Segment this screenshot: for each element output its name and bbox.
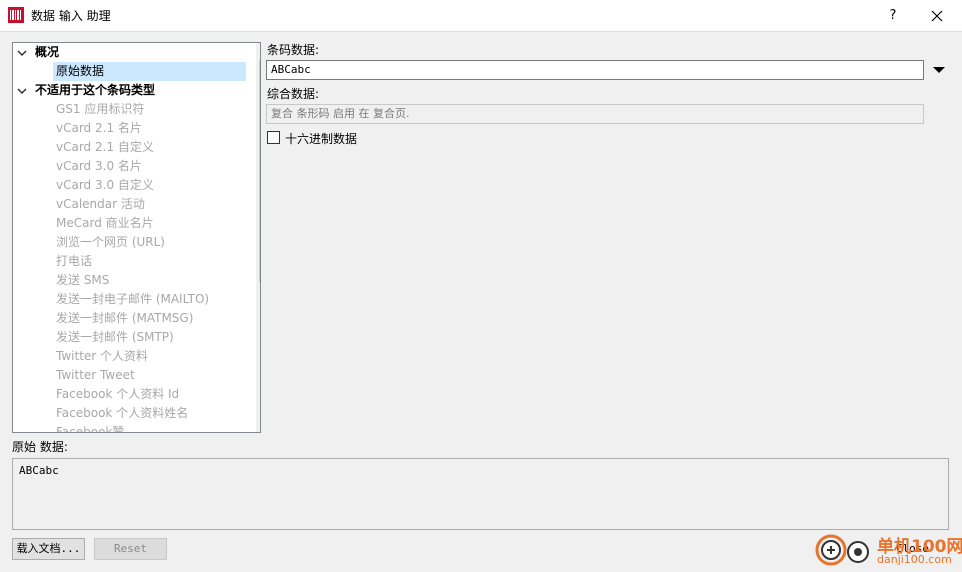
dropdown-arrow-icon — [933, 67, 945, 73]
app-icon — [8, 7, 24, 23]
tree-item: 发送一封邮件 (MATMSG) — [56, 311, 194, 325]
scroll-down-icon[interactable] — [257, 415, 261, 432]
barcode-data-label: 条码数据: — [267, 43, 320, 57]
tree-item: vCard 3.0 名片 — [56, 159, 142, 173]
chevron-down-icon[interactable] — [17, 48, 27, 58]
tree-item: Facebook赞 — [56, 425, 125, 433]
tree-group[interactable]: 不适用于这个条码类型 — [13, 81, 243, 100]
tree-item: vCalendar 活动 — [56, 197, 145, 211]
title-bar: 数据 输入 助理 ? — [0, 0, 962, 32]
category-tree[interactable]: 概况原始数据不适用于这个条码类型 GS1 应用标识符 vCard 2.1 名片 vCa… — [12, 42, 261, 433]
tree-item: Facebook 个人资料 Id — [56, 387, 180, 401]
composite-data-label: 综合数据: — [267, 87, 320, 101]
help-button[interactable]: ? — [876, 4, 910, 28]
tree-scrollbar[interactable] — [256, 43, 261, 432]
tree-item: 浏览一个网页 (URL) — [56, 235, 165, 249]
hex-data-label[interactable]: 十六进制数据 — [285, 130, 357, 147]
barcode-data-input[interactable]: ABCabc — [266, 60, 924, 80]
tree-group[interactable]: 概况 — [13, 43, 243, 62]
raw-data-textarea[interactable]: ABCabc — [12, 458, 949, 530]
window-title: 数据 输入 助理 — [31, 9, 111, 23]
scroll-up-icon[interactable] — [257, 43, 261, 60]
tree-item: vCard 3.0 自定义 — [56, 178, 154, 192]
tree-item: 发送 SMS — [56, 273, 110, 287]
tree-item: GS1 应用标识符 — [56, 102, 145, 116]
chevron-down-icon[interactable] — [17, 86, 27, 96]
close-icon — [931, 10, 943, 22]
barcode-data-dropdown-button[interactable] — [929, 60, 949, 79]
composite-data-input: 复合 条形码 启用 在 复合页. — [266, 104, 924, 124]
load-document-button[interactable]: 载入文档... — [12, 538, 85, 560]
tree-item: 打电话 — [56, 254, 93, 268]
tree-item: Twitter Tweet — [56, 368, 135, 382]
raw-data-label: 原始 数据: — [12, 440, 68, 454]
close-window-button[interactable] — [920, 4, 954, 28]
tree-item: 发送一封电子邮件 (MAILTO) — [56, 292, 210, 306]
tree-item: Twitter 个人资料 — [56, 349, 149, 363]
tree-item: MeCard 商业名片 — [56, 216, 154, 230]
hex-data-checkbox[interactable] — [267, 131, 280, 144]
reset-button[interactable]: Reset — [94, 538, 167, 560]
tree-group-label: 概况 — [35, 45, 60, 59]
watermark-url: danji100.com — [877, 553, 952, 566]
tree-item: 发送一封邮件 (SMTP) — [56, 330, 174, 344]
tree-item: vCard 2.1 自定义 — [56, 140, 154, 154]
tree-group-label: 不适用于这个条码类型 — [35, 83, 156, 97]
tree-item[interactable]: 原始数据 — [53, 62, 246, 81]
tree-item: vCard 2.1 名片 — [56, 121, 142, 135]
scroll-thumb[interactable] — [259, 60, 260, 282]
tree-item: Facebook 个人资料姓名 — [56, 406, 189, 420]
